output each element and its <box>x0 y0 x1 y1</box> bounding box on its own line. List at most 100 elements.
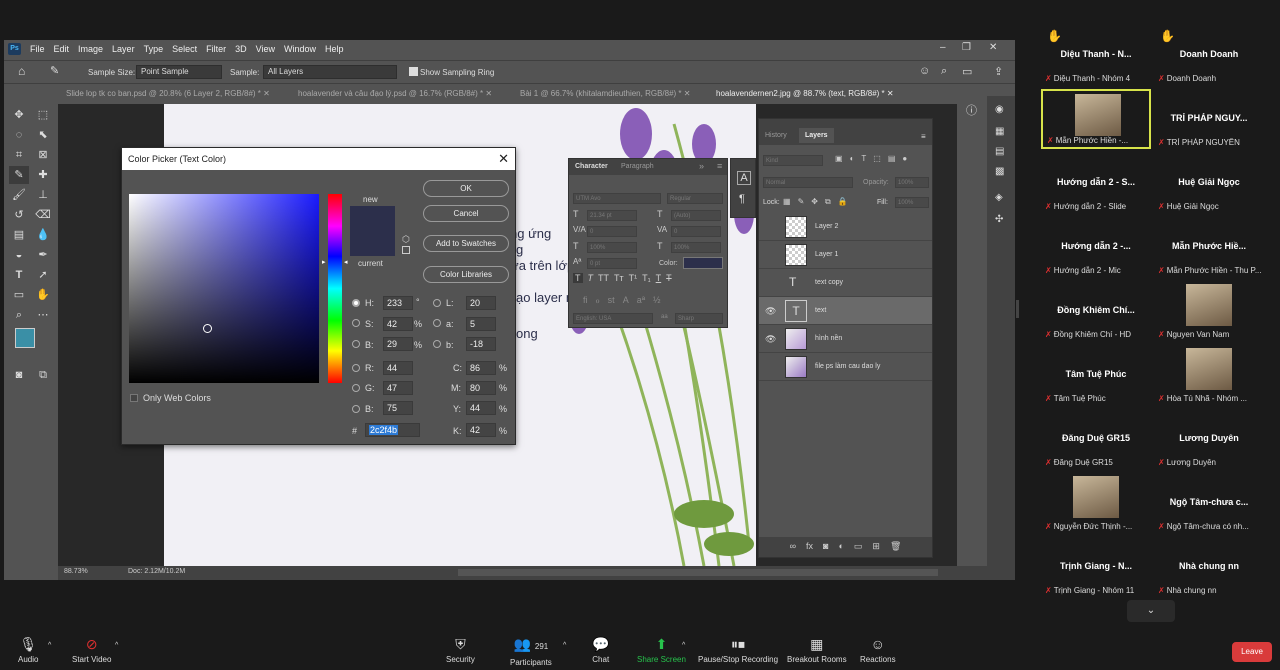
participant-tile[interactable]: ✗ Mẫn Phước Hiền -... <box>1041 89 1151 149</box>
menu-file[interactable]: File <box>30 44 45 54</box>
lab-b-input[interactable]: -18 <box>466 337 496 351</box>
hex-input[interactable]: 2c2f4b <box>365 423 420 437</box>
h-radio[interactable] <box>352 299 360 307</box>
history-brush-icon[interactable]: ↺ <box>9 206 29 224</box>
eye-icon[interactable]: 👁 <box>765 334 776 345</box>
frame-tool-icon[interactable]: ⊠ <box>33 146 53 164</box>
color-field[interactable] <box>129 194 319 383</box>
menu-select[interactable]: Select <box>172 44 197 54</box>
filter-adjust-icon[interactable]: ◐ <box>850 154 855 163</box>
paragraph-panel-icon[interactable]: ¶ <box>739 193 745 205</box>
tab-doc-3[interactable]: Bài 1 @ 66.7% (khitalamdieuthien, RGB/8#… <box>512 86 708 102</box>
gamut-warning-icon[interactable]: ⬡ <box>402 234 410 245</box>
lasso-tool-icon[interactable]: ◌ <box>9 126 29 144</box>
s-input[interactable]: 42 <box>383 317 413 331</box>
eraser-tool-icon[interactable]: ⌫ <box>33 206 53 224</box>
vertical-scale-input[interactable]: 100% <box>587 242 637 253</box>
panel-menu-icon[interactable]: ≡ <box>717 161 722 171</box>
layer-row-layer-1[interactable]: Layer 1 <box>759 241 932 269</box>
gradients-panel-icon[interactable]: ▤ <box>995 146 1004 157</box>
tab-history[interactable]: History <box>765 132 787 139</box>
participant-tile[interactable]: Trịnh Giang - N... ✗ Trịnh Giang - Nhóm 11 <box>1041 537 1151 597</box>
underline-icon[interactable]: T <box>656 273 662 283</box>
blur-tool-icon[interactable]: 💧 <box>33 226 53 244</box>
tracking-input[interactable]: 0 <box>671 226 721 237</box>
participant-tile[interactable]: Đồng Khiêm Chí... ✗ Đồng Khiêm Chí - HD <box>1041 281 1151 341</box>
quick-mask-icon[interactable]: ◙ <box>9 366 29 384</box>
adjustments-panel-icon[interactable]: ✣ <box>995 214 1003 225</box>
dialog-close-icon[interactable]: ✕ <box>498 148 509 170</box>
cancel-button[interactable]: Cancel <box>423 205 509 222</box>
audio-options-chevron-icon[interactable]: ^ <box>48 642 51 649</box>
menu-filter[interactable]: Filter <box>206 44 226 54</box>
sample-select[interactable]: All Layers <box>263 65 397 79</box>
tab-layers[interactable]: Layers <box>799 128 834 143</box>
participant-tile[interactable]: Đăng Duệ GR15 ✗ Đăng Duệ GR15 <box>1041 409 1151 469</box>
home-icon[interactable]: ⌂ <box>18 64 25 78</box>
share-options-chevron-icon[interactable]: ^ <box>682 642 685 649</box>
layer-row-layer-2[interactable]: Layer 2 <box>759 213 932 241</box>
show-ring-checkbox[interactable] <box>409 67 418 76</box>
r-input[interactable]: 44 <box>383 361 413 375</box>
rectangle-tool-icon[interactable]: ▭ <box>9 286 29 304</box>
more-tools-icon[interactable]: ⋯ <box>33 306 53 324</box>
share-icon[interactable]: ⇪ <box>994 65 1003 78</box>
color-panel-icon[interactable]: ◉ <box>995 104 1004 115</box>
s-radio[interactable] <box>352 319 360 327</box>
layer-row-text[interactable]: 👁 T text <box>759 297 932 325</box>
user-icon[interactable]: ☺ <box>919 65 930 77</box>
hue-slider-left-arrow[interactable]: ▸ <box>322 258 326 266</box>
layers-panel-icon[interactable]: ◈ <box>995 192 1003 203</box>
menu-3d[interactable]: 3D <box>235 44 247 54</box>
participant-tile[interactable]: Nhà chung nn ✗ Nhà chung nn <box>1154 537 1264 597</box>
menu-window[interactable]: Window <box>284 44 316 54</box>
layer-row-text-copy[interactable]: T text copy <box>759 269 932 297</box>
swatches-panel-icon[interactable]: ▦ <box>995 126 1004 137</box>
language-select[interactable]: English: USA <box>573 313 653 324</box>
eyedropper-tool-icon[interactable]: ✎ <box>9 166 29 184</box>
search-icon[interactable]: ⌕ <box>941 65 947 78</box>
move-tool-icon[interactable]: ✥ <box>9 106 29 124</box>
ligature-icon[interactable]: fi <box>583 295 588 306</box>
leave-button[interactable]: Leave <box>1232 642 1272 662</box>
menu-view[interactable]: View <box>256 44 275 54</box>
l-input[interactable]: 20 <box>466 296 496 310</box>
g-input[interactable]: 47 <box>383 381 413 395</box>
marquee-tool-icon[interactable]: ⬚ <box>33 106 53 124</box>
participant-tile[interactable]: Mẫn Phước Hiề... ✗ Mẫn Phước Hiền - Thu P.… <box>1154 217 1264 277</box>
strikethrough-icon[interactable]: T <box>666 273 672 283</box>
hand-tool-icon[interactable]: ✋ <box>33 286 53 304</box>
leading-input[interactable]: (Auto) <box>671 210 721 221</box>
c-input[interactable]: 86 <box>466 361 496 375</box>
hue-slider-right-arrow[interactable]: ◂ <box>344 258 348 266</box>
security-button[interactable]: ⛨ Security <box>446 636 475 664</box>
tab-doc-2[interactable]: hoalavender và câu đạo lý.psd @ 16.7% (R… <box>290 86 512 102</box>
eye-icon[interactable]: 👁 <box>765 306 776 317</box>
participant-tile[interactable]: Lương Duyên ✗ Lương Duyên <box>1154 409 1264 469</box>
menu-type[interactable]: Type <box>144 44 164 54</box>
menu-image[interactable]: Image <box>78 44 103 54</box>
filter-toggle-icon[interactable]: ● <box>902 154 907 163</box>
reactions-button[interactable]: ☺ Reactions <box>860 636 896 664</box>
fill-input[interactable]: 100% <box>895 197 929 208</box>
start-video-button[interactable]: ⊘ Start Video <box>72 636 111 664</box>
chat-button[interactable]: 💬 Chat <box>592 636 609 664</box>
workspace-icon[interactable]: ▭ <box>962 65 972 78</box>
layer-style-icon[interactable]: fx <box>806 541 813 557</box>
participant-tile[interactable]: Hướng dẫn 2 - S... ✗ Hướng dẫn 2 - Slide <box>1041 153 1151 213</box>
info-icon[interactable]: ⓘ <box>966 102 977 118</box>
subscript-icon[interactable]: T₁ <box>642 273 651 283</box>
participant-tile[interactable]: Tâm Tuệ Phúc ✗ Tâm Tuệ Phúc <box>1041 345 1151 405</box>
k-input[interactable]: 42 <box>466 423 496 437</box>
superscript-icon[interactable]: T¹ <box>629 273 638 283</box>
participant-tile[interactable]: TRÍ PHÁP NGUY... ✗ TRÍ PHÁP NGUYÊN <box>1154 89 1264 149</box>
lab-b-radio[interactable] <box>433 340 441 348</box>
b-radio[interactable] <box>352 340 360 348</box>
panel-splitter[interactable] <box>1016 300 1019 318</box>
participant-tile[interactable]: Hướng dẫn 2 -... ✗ Hướng dẫn 2 - Mic <box>1041 217 1151 277</box>
close-icon[interactable]: ✕ <box>989 42 997 53</box>
tab-character[interactable]: Character <box>575 163 608 170</box>
kerning-input[interactable]: 0 <box>587 226 637 237</box>
lock-position-icon[interactable]: ✥ <box>811 197 818 207</box>
tab-paragraph[interactable]: Paragraph <box>621 163 654 170</box>
